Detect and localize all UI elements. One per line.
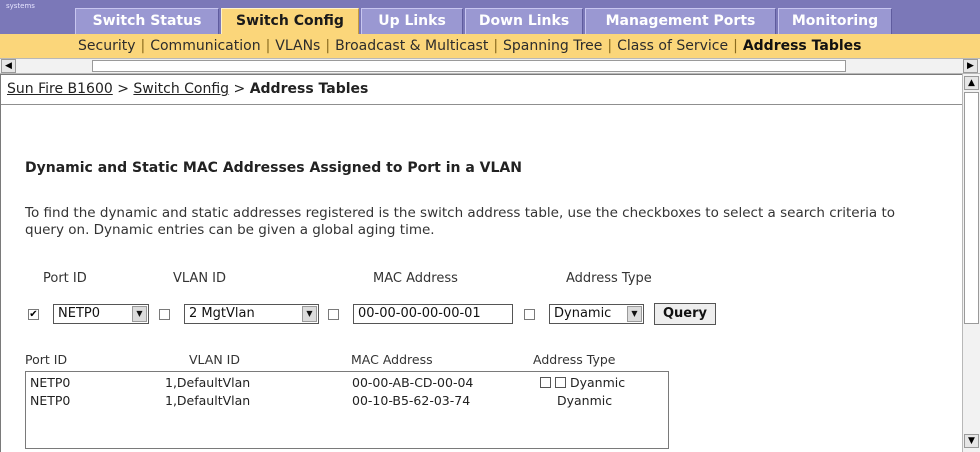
checkbox-square-icon bbox=[540, 377, 551, 388]
vertical-scrollbar[interactable]: ▲ ▼ bbox=[962, 74, 980, 452]
address-type-label: Address Type bbox=[566, 271, 652, 286]
checkbox-square-icon bbox=[555, 377, 566, 388]
tab-switch-config[interactable]: Switch Config bbox=[221, 8, 359, 34]
subnav-security[interactable]: Security bbox=[78, 38, 136, 54]
subnav-spanning-tree[interactable]: Spanning Tree bbox=[503, 38, 602, 54]
subnav-address-tables[interactable]: Address Tables bbox=[743, 38, 862, 54]
subnav-broadcast-multicast[interactable]: Broadcast & Multicast bbox=[335, 38, 488, 54]
page-heading: Dynamic and Static MAC Addresses Assigne… bbox=[25, 160, 522, 176]
subnav-vlans[interactable]: VLANs bbox=[275, 38, 320, 54]
port-id-select[interactable]: NETP0 ▼ bbox=[53, 304, 149, 324]
row-vlan-id: 1,DefaultVlan bbox=[165, 375, 251, 390]
results-header-vlan-id: VLAN ID bbox=[189, 352, 240, 367]
subnav-separator: | bbox=[733, 38, 738, 54]
subnav-separator: | bbox=[607, 38, 613, 54]
breadcrumb-root-link[interactable]: Sun Fire B1600 bbox=[7, 81, 113, 97]
subnav-separator: | bbox=[140, 38, 146, 54]
row-port-id: NETP0 bbox=[30, 393, 71, 408]
address-type-select[interactable]: Dynamic ▼ bbox=[549, 304, 644, 324]
horizontal-scrollbar[interactable]: ◀ ▶ bbox=[0, 58, 980, 74]
results-header-port-id: Port ID bbox=[25, 352, 68, 367]
subnav-class-of-service[interactable]: Class of Service bbox=[617, 38, 728, 54]
address-type-value: Dynamic bbox=[554, 306, 612, 321]
subnav-communication[interactable]: Communication bbox=[150, 38, 260, 54]
row-address-type: Dyanmic bbox=[557, 393, 613, 408]
scroll-right-icon[interactable]: ▶ bbox=[963, 59, 978, 73]
row-address-type-value: Dyanmic bbox=[570, 375, 626, 390]
tab-management-ports[interactable]: Management Ports bbox=[585, 8, 776, 34]
scroll-left-icon[interactable]: ◀ bbox=[1, 59, 16, 73]
port-id-label: Port ID bbox=[43, 271, 87, 286]
dropdown-arrow-icon[interactable]: ▼ bbox=[302, 306, 317, 322]
address-type-checkbox[interactable] bbox=[524, 309, 535, 320]
breadcrumb-separator: > bbox=[117, 81, 129, 97]
subnav-separator: | bbox=[325, 38, 331, 54]
content-frame: Sun Fire B1600 > Switch Config > Address… bbox=[0, 74, 963, 452]
row-mac-address: 00-10-B5-62-03-74 bbox=[352, 393, 471, 408]
tab-monitoring[interactable]: Monitoring bbox=[778, 8, 892, 34]
breadcrumb: Sun Fire B1600 > Switch Config > Address… bbox=[7, 81, 368, 97]
subnav-separator: | bbox=[265, 38, 271, 54]
breadcrumb-separator: > bbox=[233, 81, 246, 97]
sub-navigation: Security | Communication | VLANs | Broadcast &… bbox=[0, 34, 980, 58]
results-listbox[interactable]: NETP0 1,DefaultVlan 00-00-AB-CD-00-04 Dy… bbox=[25, 371, 669, 449]
vlan-id-value: 2 MgtVlan bbox=[189, 306, 255, 321]
port-id-checkbox[interactable]: ✔ bbox=[28, 309, 39, 320]
page-description: To find the dynamic and static addresses… bbox=[25, 205, 895, 238]
breadcrumb-current: Address Tables bbox=[249, 81, 369, 97]
top-tab-bar: systems Switch Status Switch Config Up L… bbox=[0, 0, 980, 34]
dropdown-arrow-icon[interactable]: ▼ bbox=[627, 306, 642, 322]
vertical-scroll-thumb[interactable] bbox=[964, 92, 979, 324]
brand-logo: systems bbox=[6, 2, 35, 10]
scroll-up-icon[interactable]: ▲ bbox=[964, 76, 979, 90]
dropdown-arrow-icon[interactable]: ▼ bbox=[132, 306, 147, 322]
tab-down-links[interactable]: Down Links bbox=[465, 8, 583, 34]
tab-up-links[interactable]: Up Links bbox=[361, 8, 463, 34]
results-header-mac-address: MAC Address bbox=[351, 352, 433, 367]
tab-switch-status[interactable]: Switch Status bbox=[75, 8, 219, 34]
row-port-id: NETP0 bbox=[30, 375, 71, 390]
vlan-id-checkbox[interactable] bbox=[159, 309, 170, 320]
row-vlan-id: 1,DefaultVlan bbox=[165, 393, 251, 408]
query-button[interactable]: Query bbox=[654, 303, 716, 325]
table-row[interactable]: NETP0 1,DefaultVlan 00-00-AB-CD-00-04 Dy… bbox=[26, 374, 666, 392]
breadcrumb-section-link[interactable]: Switch Config bbox=[133, 81, 229, 97]
table-row[interactable]: NETP0 1,DefaultVlan 00-10-B5-62-03-74 Dy… bbox=[26, 392, 666, 410]
mac-address-label: MAC Address bbox=[373, 271, 458, 286]
row-address-type: Dyanmic bbox=[540, 374, 625, 392]
scroll-down-icon[interactable]: ▼ bbox=[964, 434, 979, 448]
vlan-id-select[interactable]: 2 MgtVlan ▼ bbox=[184, 304, 319, 324]
mac-address-checkbox[interactable] bbox=[328, 309, 339, 320]
breadcrumb-divider bbox=[1, 104, 963, 105]
row-mac-address: 00-00-AB-CD-00-04 bbox=[352, 375, 474, 390]
results-header-address-type: Address Type bbox=[533, 352, 616, 367]
subnav-separator: | bbox=[493, 38, 499, 54]
horizontal-scroll-thumb[interactable] bbox=[92, 60, 846, 72]
port-id-value: NETP0 bbox=[58, 306, 100, 321]
mac-address-input[interactable]: 00-00-00-00-00-01 bbox=[353, 304, 513, 324]
vlan-id-label: VLAN ID bbox=[173, 271, 227, 286]
